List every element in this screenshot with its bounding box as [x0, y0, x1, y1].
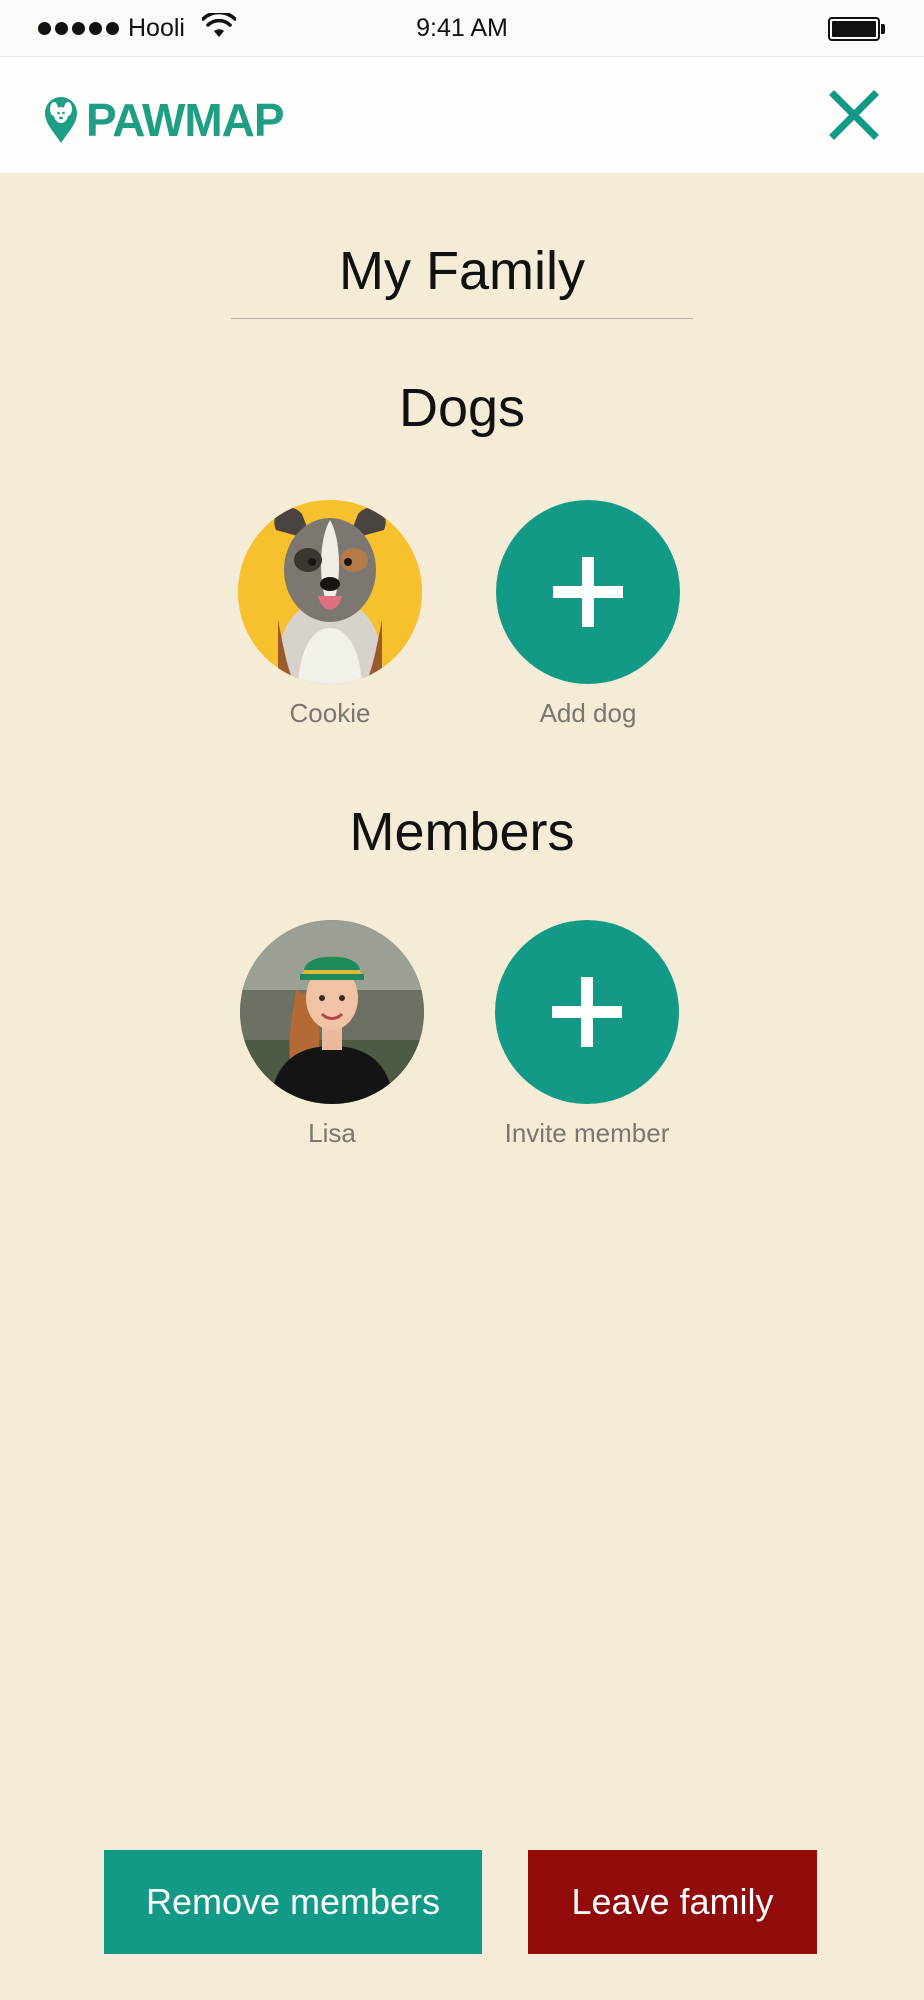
app-header: PAWMAP	[0, 57, 924, 173]
member-card-lisa[interactable]: Lisa	[232, 920, 432, 1149]
remove-members-button[interactable]: Remove members	[104, 1850, 482, 1954]
dog-photo-icon	[238, 500, 422, 684]
logo-wordmark: PAWMAP	[86, 94, 285, 146]
page-title: My Family	[339, 241, 585, 301]
dog-pin-logo-icon	[45, 97, 77, 143]
status-bar: Hooli 9:41 AM	[0, 0, 924, 57]
add-dog-button[interactable]	[496, 500, 680, 684]
invite-member-card[interactable]: Invite member	[487, 920, 687, 1149]
invite-member-button[interactable]	[495, 920, 679, 1104]
battery-icon	[828, 17, 885, 41]
family-screen: Hooli 9:41 AM PAWMAP My Family Dogs Cook…	[0, 0, 924, 2000]
dogs-section-title: Dogs	[398, 378, 526, 438]
dog-name: Cookie	[289, 698, 371, 728]
add-dog-label: Add dog	[539, 698, 637, 728]
leave-family-button[interactable]: Leave family	[528, 1850, 817, 1954]
member-avatar[interactable]	[240, 920, 424, 1104]
status-time: 9:41 AM	[416, 14, 508, 42]
pawmap-logo: PAWMAP	[44, 93, 285, 147]
members-section-title: Members	[349, 802, 575, 862]
dog-card-cookie[interactable]: Cookie	[230, 500, 430, 729]
invite-member-label: Invite member	[504, 1118, 670, 1148]
title-divider	[231, 318, 693, 319]
add-dog-card[interactable]: Add dog	[488, 500, 688, 729]
close-icon[interactable]	[826, 87, 882, 143]
member-name: Lisa	[308, 1118, 356, 1148]
dog-avatar[interactable]	[238, 500, 422, 684]
member-photo-icon	[240, 920, 424, 1104]
